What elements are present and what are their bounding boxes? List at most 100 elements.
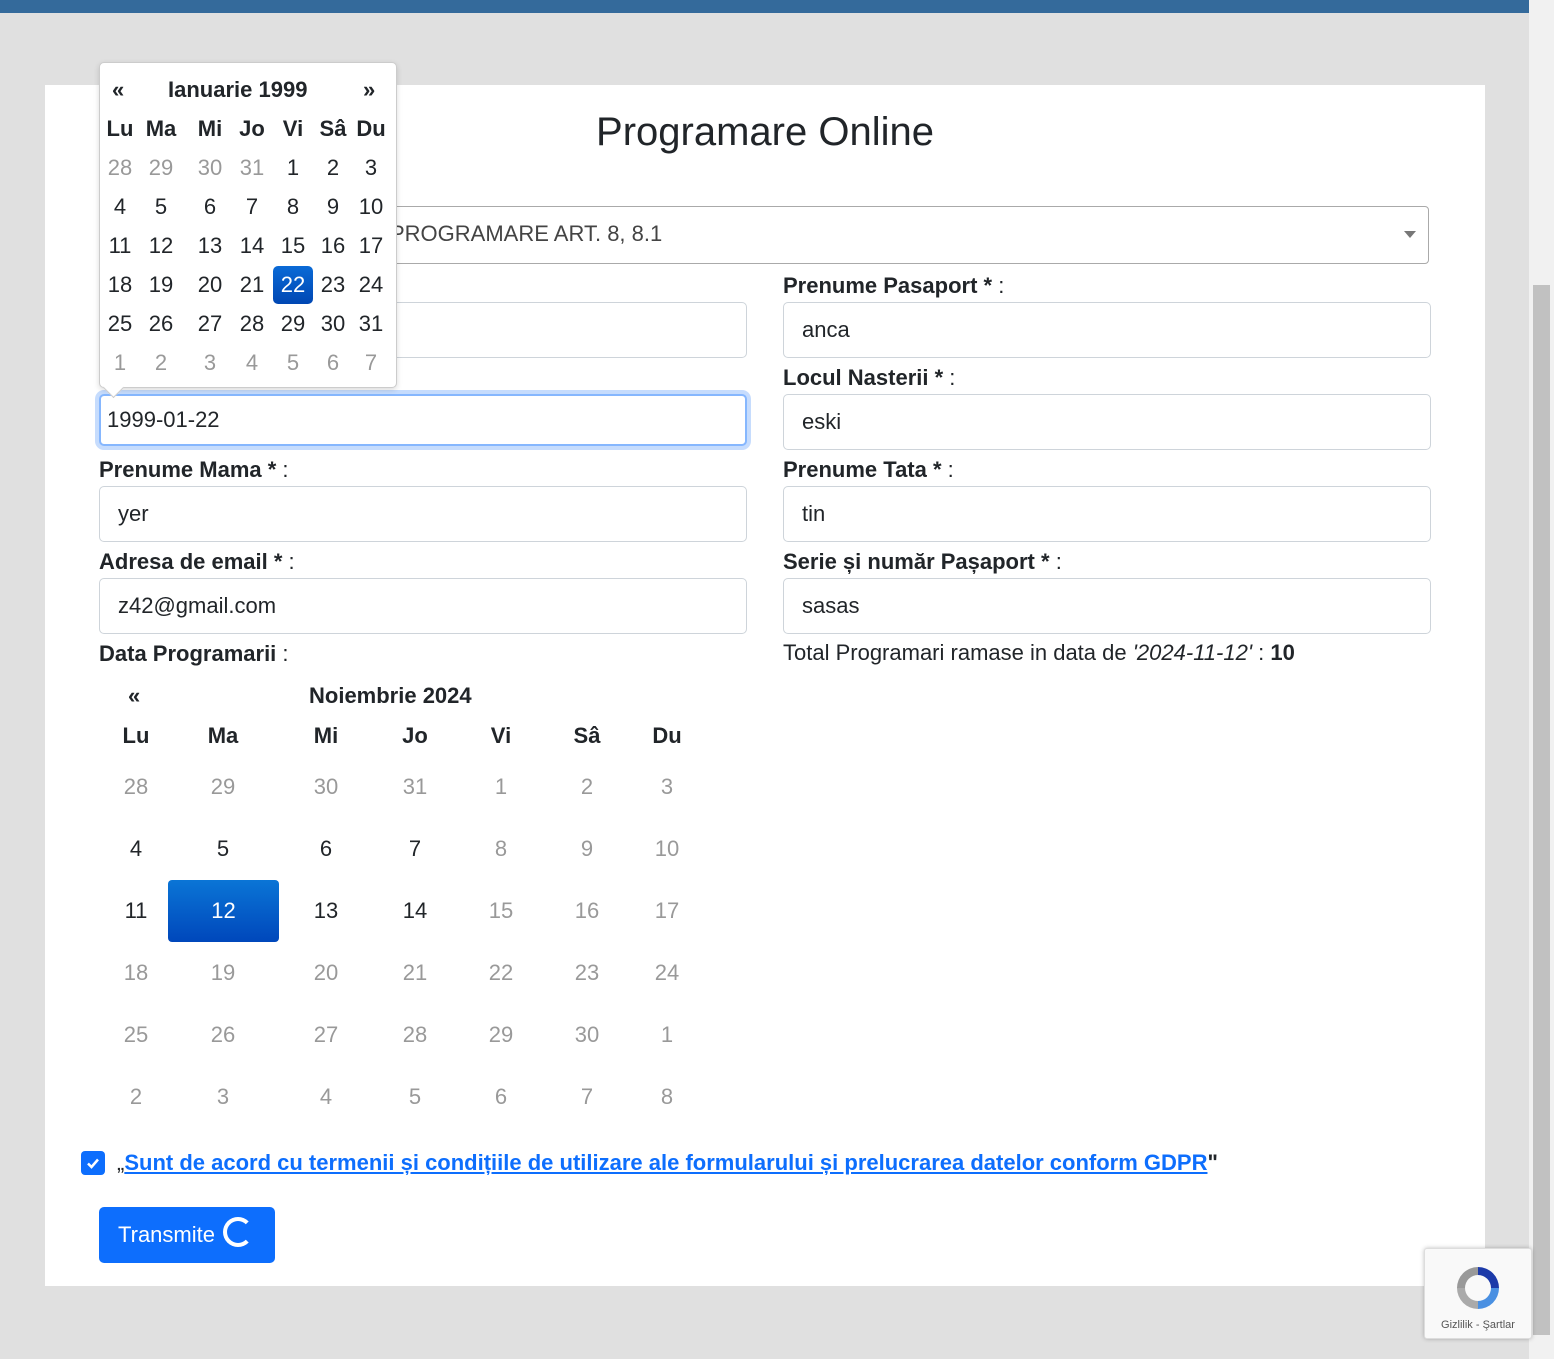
popup-day[interactable]: 9	[313, 188, 353, 226]
prenume-pasaport-input[interactable]: anca	[783, 302, 1431, 358]
gdpr-terms-link[interactable]: Sunt de acord cu termenii și condițiile …	[124, 1150, 1207, 1176]
data-programarii-label: Data Programarii :	[99, 641, 289, 666]
calendar-day-selected[interactable]: 12	[168, 880, 279, 942]
popup-dow-label: Du	[356, 116, 386, 141]
popup-day[interactable]: 10	[351, 188, 391, 226]
calendar-day[interactable]: 17	[612, 880, 722, 942]
calendar-day[interactable]: 26	[168, 1004, 278, 1066]
remaining-appointments-info: Total Programari ramase in data de '2024…	[783, 640, 1295, 665]
submit-button-label: Transmite	[118, 1222, 215, 1247]
popup-day[interactable]: 3	[351, 149, 391, 187]
locul-nasterii-input[interactable]: eski	[783, 394, 1431, 450]
pasaport-value: sasas	[802, 593, 860, 618]
calendar-day[interactable]: 19	[168, 942, 278, 1004]
popup-dow-label: Jo	[239, 116, 265, 141]
popup-day[interactable]: 27	[190, 305, 230, 343]
popup-day[interactable]: 25	[100, 305, 140, 343]
popup-day[interactable]: 2	[313, 149, 353, 187]
popup-day[interactable]: 5	[141, 188, 181, 226]
popup-next-month-button[interactable]: »	[363, 77, 375, 103]
chevron-down-icon	[1404, 231, 1416, 238]
calendar-day[interactable]: 3	[612, 756, 722, 818]
popup-dow-label: Ma	[145, 116, 177, 141]
gdpr-open-quote: „	[117, 1150, 125, 1175]
popup-day[interactable]: 15	[273, 227, 313, 265]
calendar-day[interactable]: 1	[612, 1004, 722, 1066]
prenume-mama-label: Prenume Mama * :	[99, 457, 289, 482]
popup-dow-label: Mi	[197, 116, 223, 141]
service-select-value: PROGRAMARE ART. 8, 8.1	[390, 221, 663, 246]
popup-day[interactable]: 30	[313, 305, 353, 343]
pasaport-input[interactable]: sasas	[783, 578, 1431, 634]
popup-day[interactable]: 4	[100, 188, 140, 226]
popup-day[interactable]: 1	[273, 149, 313, 187]
popup-dow-label: Vi	[282, 116, 304, 141]
popup-day[interactable]: 4	[232, 344, 272, 382]
pasaport-label: Serie și număr Pașaport * :	[783, 549, 1062, 574]
calendar-day[interactable]: 8	[612, 1066, 722, 1128]
popup-day[interactable]: 31	[351, 305, 391, 343]
data-nasterii-input[interactable]: 1999-01-22	[99, 394, 747, 446]
prenume-pasaport-value: anca	[802, 317, 850, 342]
popup-day[interactable]: 29	[273, 305, 313, 343]
spinner-icon	[222, 1217, 253, 1247]
locul-nasterii-value: eski	[802, 409, 842, 434]
recaptcha-links[interactable]: Gizlilik - Şartlar	[1425, 1319, 1531, 1331]
recaptcha-badge[interactable]: Gizlilik - Şartlar	[1424, 1248, 1532, 1339]
submit-button[interactable]: Transmite	[99, 1207, 275, 1263]
scrollbar[interactable]	[1529, 0, 1554, 1359]
locul-nasterii-label: Locul Nasterii * :	[783, 365, 956, 390]
calendar-day[interactable]: 29	[168, 756, 278, 818]
calendar-day[interactable]: 3	[168, 1066, 278, 1128]
popup-day[interactable]: 30	[190, 149, 230, 187]
popup-day[interactable]: 28	[232, 305, 272, 343]
popup-day[interactable]: 17	[351, 227, 391, 265]
popup-day[interactable]: 31	[232, 149, 272, 187]
popup-day[interactable]: 6	[190, 188, 230, 226]
popup-prev-month-button[interactable]: «	[112, 77, 124, 103]
popup-day[interactable]: 1	[100, 344, 140, 382]
calendar-day[interactable]: 10	[612, 818, 722, 880]
popup-day[interactable]: 5	[273, 344, 313, 382]
popup-day[interactable]: 8	[273, 188, 313, 226]
calendar-day[interactable]: 5	[168, 818, 278, 880]
page-title: Programare Online	[596, 110, 934, 154]
prenume-mama-input[interactable]: yer	[99, 486, 747, 542]
popup-day[interactable]: 28	[100, 149, 140, 187]
popup-dow-label: Sâ	[319, 116, 347, 141]
popup-day[interactable]: 20	[190, 266, 230, 304]
popup-day[interactable]: 7	[232, 188, 272, 226]
popup-day[interactable]: 26	[141, 305, 181, 343]
birthdate-datepicker-popup: « Ianuarie 1999 » Lu Ma Mi Jo Vi Sâ Du 28 29 30 31…	[99, 62, 397, 399]
gdpr-checkbox[interactable]	[81, 1151, 105, 1175]
scrollbar-thumb[interactable]	[1533, 285, 1550, 1335]
top-bar	[0, 0, 1529, 13]
popup-day[interactable]: 24	[351, 266, 391, 304]
gdpr-close-quote: "	[1207, 1150, 1218, 1175]
calendar-day[interactable]: 24	[612, 942, 722, 1004]
popup-dow-label: Lu	[106, 116, 134, 141]
popup-day[interactable]: 29	[141, 149, 181, 187]
popup-day[interactable]: 23	[313, 266, 353, 304]
popup-day[interactable]: 12	[141, 227, 181, 265]
popup-day[interactable]: 14	[232, 227, 272, 265]
popup-day[interactable]: 7	[351, 344, 391, 382]
data-nasterii-value: 1999-01-22	[107, 407, 220, 432]
email-input[interactable]: z42@gmail.com	[99, 578, 747, 634]
popup-month-title[interactable]: Ianuarie 1999	[168, 77, 307, 103]
prenume-tata-value: tin	[802, 501, 826, 526]
popup-day[interactable]: 6	[313, 344, 353, 382]
popup-day[interactable]: 19	[141, 266, 181, 304]
prenume-tata-input[interactable]: tin	[783, 486, 1431, 542]
checkmark-icon	[87, 1158, 99, 1169]
popup-day[interactable]: 16	[313, 227, 353, 265]
popup-day[interactable]: 11	[100, 227, 140, 265]
popup-day[interactable]: 2	[141, 344, 181, 382]
popup-day[interactable]: 21	[232, 266, 272, 304]
popup-day[interactable]: 18	[100, 266, 140, 304]
popup-day[interactable]: 13	[190, 227, 230, 265]
popup-day[interactable]: 3	[190, 344, 230, 382]
email-label: Adresa de email * :	[99, 549, 295, 574]
popup-day-selected[interactable]: 22	[273, 266, 313, 304]
prenume-tata-label: Prenume Tata * :	[783, 457, 954, 482]
